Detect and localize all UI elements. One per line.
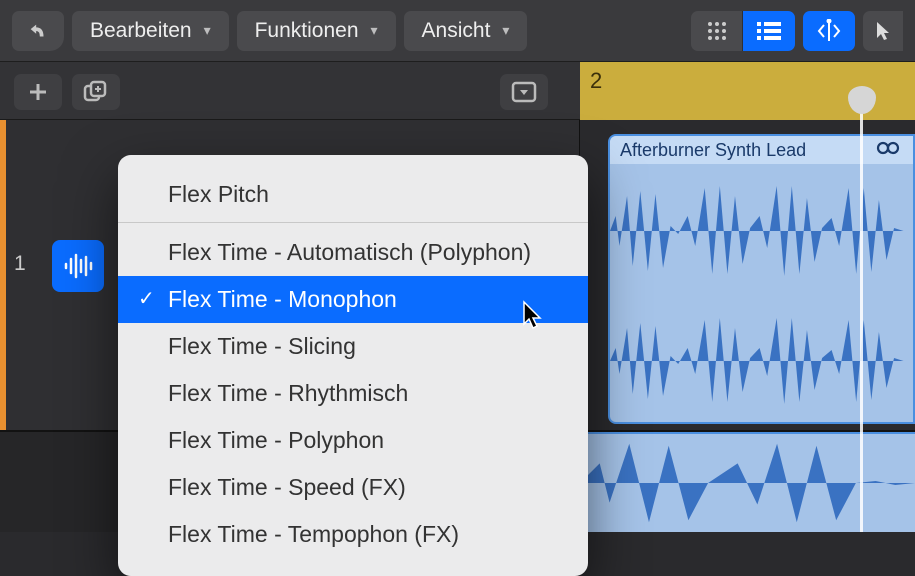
waveform-left [610, 176, 913, 286]
flex-option-automatic[interactable]: Flex Time - Automatisch (Polyphon) [118, 229, 588, 276]
track-color-strip [0, 120, 6, 430]
loop-icon [875, 140, 903, 161]
pointer-icon [874, 20, 892, 42]
menu-label: Funktionen [255, 19, 359, 43]
catch-dropdown-button[interactable] [500, 74, 548, 110]
flex-option-speed[interactable]: Flex Time - Speed (FX) [118, 464, 588, 511]
audio-region-2[interactable] [580, 432, 915, 532]
mouse-cursor-icon [520, 300, 546, 332]
region-name: Afterburner Synth Lead [620, 140, 806, 161]
view-mode-group [691, 11, 795, 51]
waveform-icon [580, 434, 915, 532]
flex-mode-menu: Flex Pitch Flex Time - Automatisch (Poly… [118, 155, 588, 576]
duplicate-track-button[interactable] [72, 74, 120, 110]
track-number: 1 [14, 252, 26, 276]
waveform-right [610, 306, 913, 416]
parent-window-button[interactable] [12, 11, 64, 51]
track-type-button[interactable] [52, 240, 104, 292]
pointer-tool-button[interactable] [863, 11, 903, 51]
list-icon [757, 22, 781, 40]
flex-option-rhythmic[interactable]: Flex Time - Rhythmisch [118, 370, 588, 417]
flex-mode-button[interactable] [803, 11, 855, 51]
ruler-marker: 2 [590, 68, 602, 94]
chevron-down-icon: ▾ [204, 22, 211, 39]
flex-option-monophonic[interactable]: ✓Flex Time - Monophon [118, 276, 588, 323]
flex-icon [815, 19, 843, 43]
menu-header[interactable]: Flex Pitch [118, 169, 588, 223]
dropdown-box-icon [511, 81, 537, 103]
flex-option-polyphonic[interactable]: Flex Time - Polyphon [118, 417, 588, 464]
menu-label: Bearbeiten [90, 19, 192, 43]
plus-icon [27, 81, 49, 103]
menu-edit[interactable]: Bearbeiten ▾ [72, 11, 229, 51]
menu-functions[interactable]: Funktionen ▾ [237, 11, 396, 51]
chevron-down-icon: ▾ [502, 22, 509, 39]
flex-option-tempophon[interactable]: Flex Time - Tempophon (FX) [118, 511, 588, 558]
menu-label: Ansicht [422, 19, 491, 43]
waveform-icon [63, 253, 93, 279]
list-view-button[interactable] [743, 11, 795, 51]
toolbar: Bearbeiten ▾ Funktionen ▾ Ansicht ▾ [0, 0, 915, 62]
grid-view-button[interactable] [691, 11, 743, 51]
add-track-button[interactable] [14, 74, 62, 110]
grid-icon [706, 20, 728, 42]
chevron-down-icon: ▾ [371, 22, 378, 39]
playhead-line[interactable] [860, 100, 863, 532]
duplicate-icon [83, 80, 109, 104]
menu-view[interactable]: Ansicht ▾ [404, 11, 528, 51]
check-icon: ✓ [138, 286, 155, 311]
region-header: Afterburner Synth Lead [610, 136, 913, 164]
audio-region[interactable]: Afterburner Synth Lead [608, 134, 915, 424]
curved-arrow-up-icon [27, 20, 49, 42]
flex-option-slicing[interactable]: Flex Time - Slicing [118, 323, 588, 370]
